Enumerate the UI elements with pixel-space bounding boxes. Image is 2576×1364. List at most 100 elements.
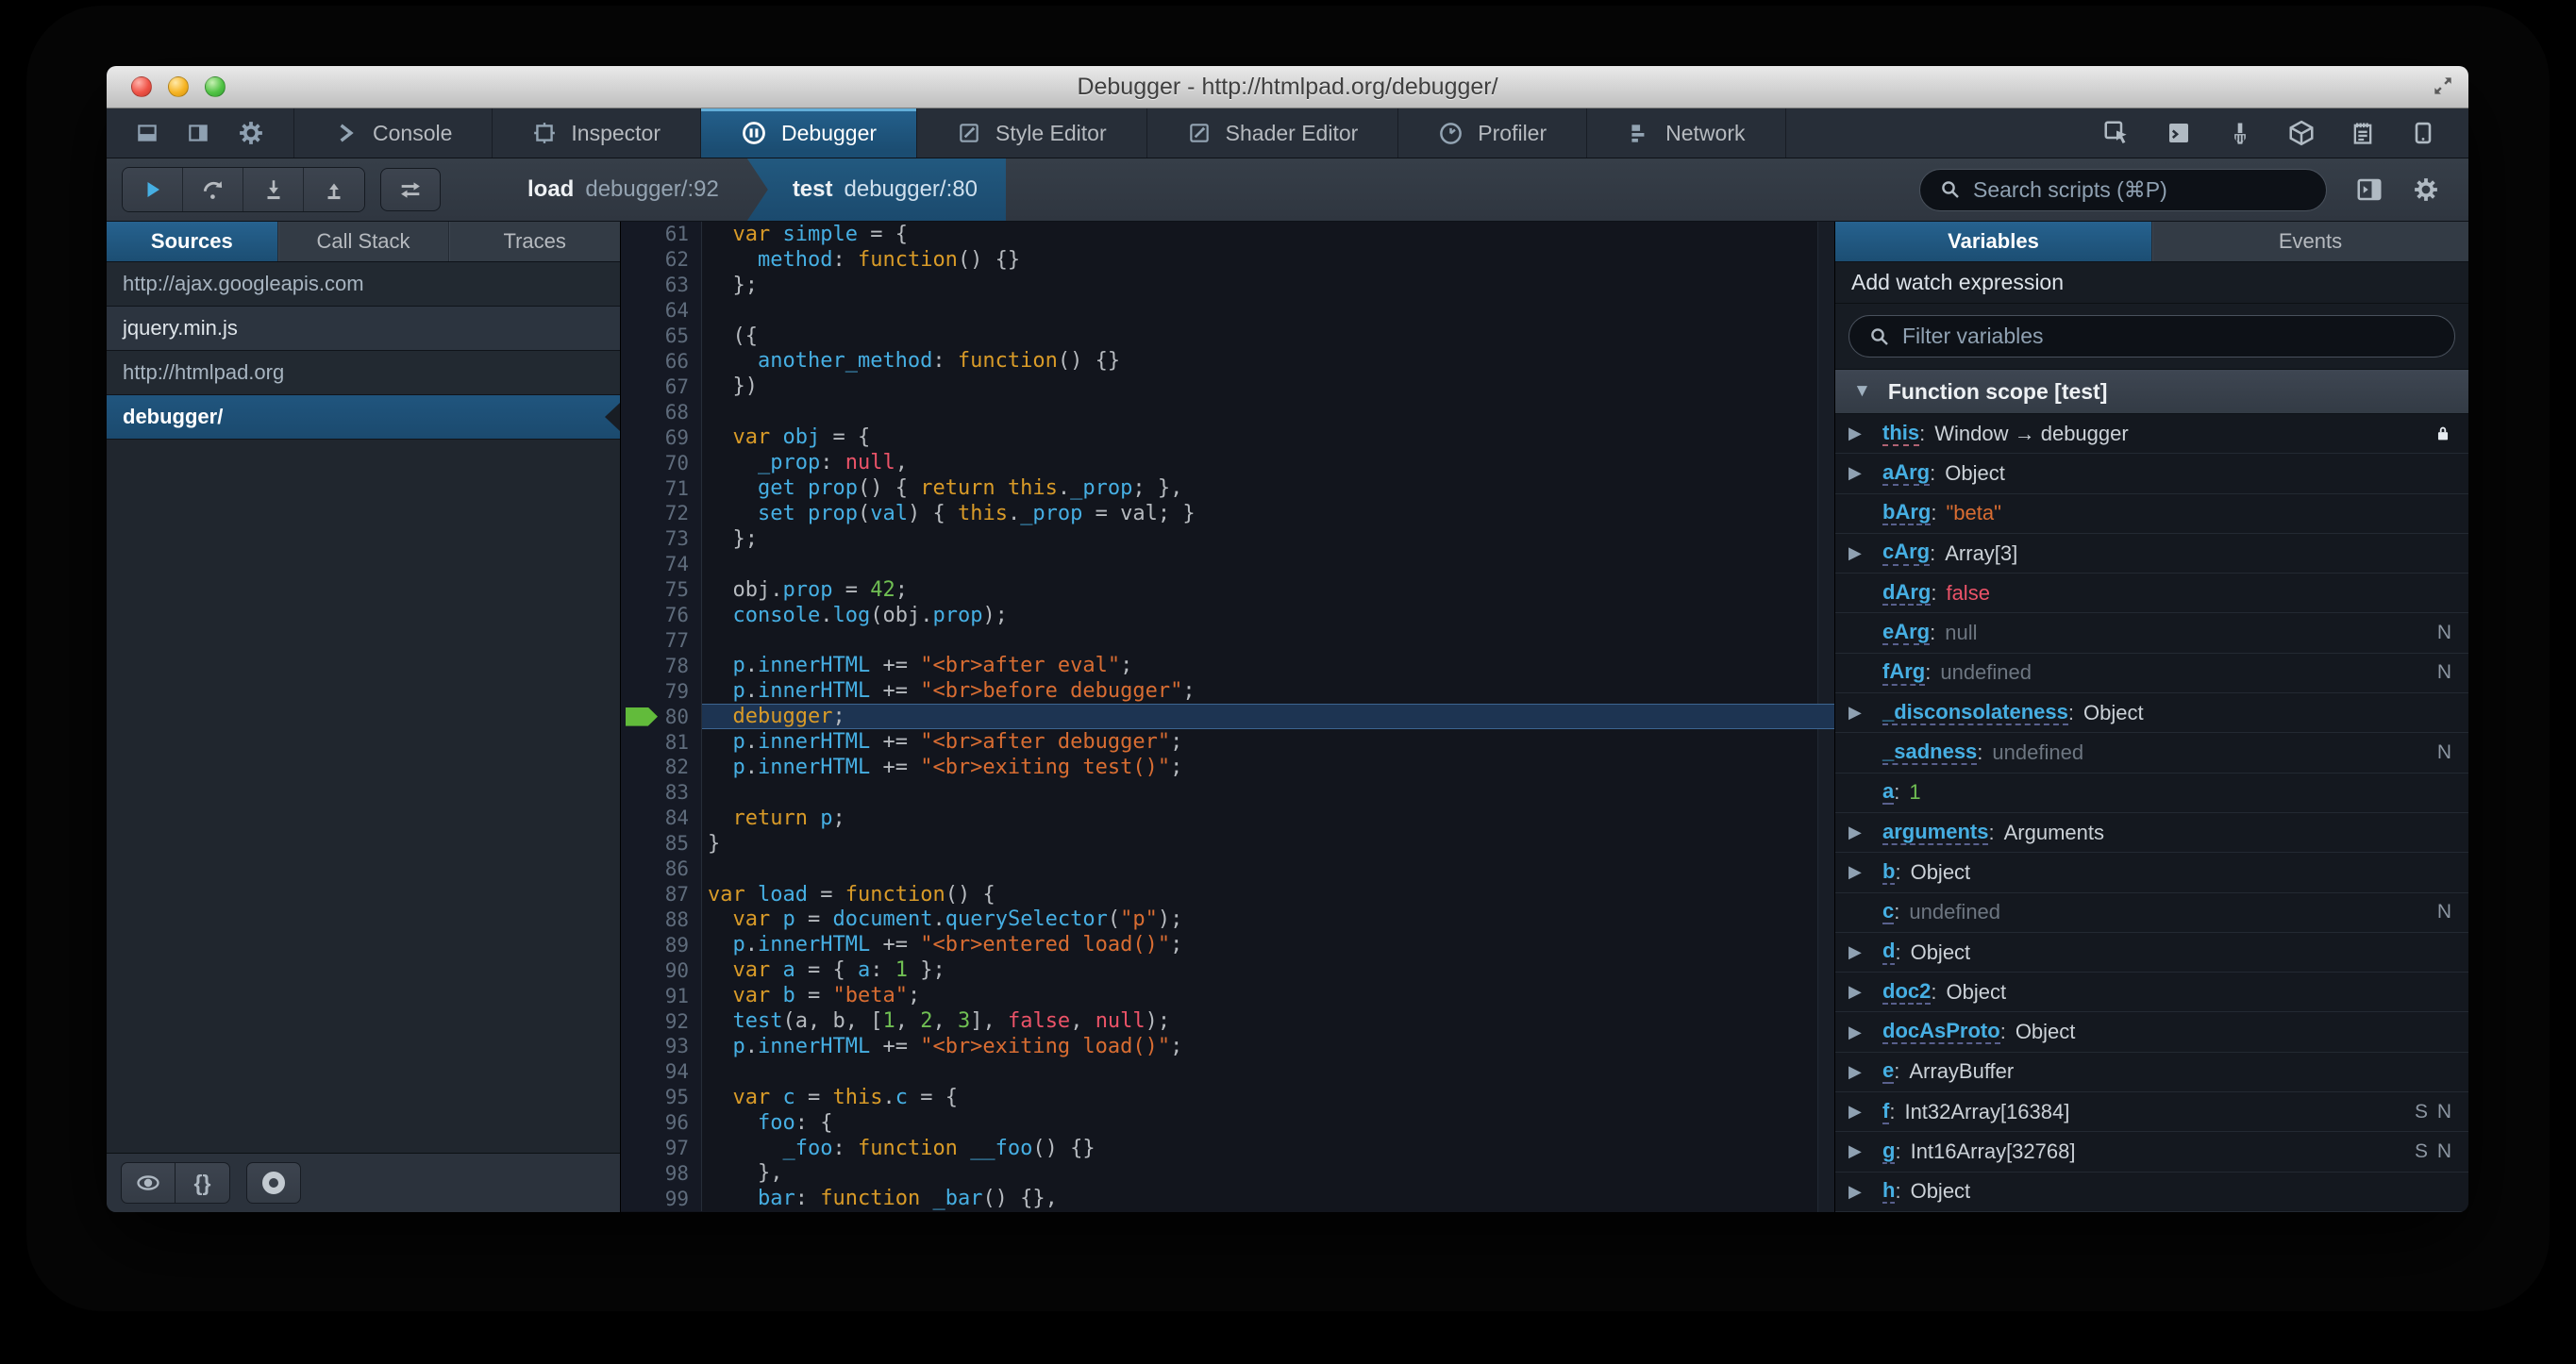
tab-inspector[interactable]: Inspector [493, 108, 701, 158]
dock-side-icon[interactable] [186, 121, 210, 145]
variable-name[interactable]: _disconsolateness [1882, 700, 2068, 725]
code-line-67[interactable]: 67 }) [621, 374, 1834, 400]
line-number[interactable]: 67 [621, 374, 702, 400]
source-item-jquery-min-js[interactable]: jquery.min.js [107, 307, 620, 351]
variable-value[interactable]: undefined [1992, 740, 2083, 765]
line-number[interactable]: 72 [621, 500, 702, 526]
expand-arrow-icon[interactable]: ▶ [1848, 1062, 1882, 1082]
variable-value[interactable]: 1 [1909, 780, 1920, 805]
variable-row-sadness[interactable]: _sadness: undefined N [1835, 733, 2468, 773]
variable-row-h[interactable]: ▶ h: Object [1835, 1173, 2468, 1212]
tilt-3d-icon[interactable] [2287, 119, 2316, 147]
settings-gear-icon[interactable] [237, 119, 265, 147]
zoom-window-button[interactable] [205, 76, 226, 97]
line-number[interactable]: 94 [621, 1058, 702, 1085]
tab-debugger[interactable]: Debugger [701, 108, 918, 158]
code-line-71[interactable]: 71 get prop() { return this. _prop; }, [621, 475, 1834, 501]
tab-call-stack[interactable]: Call Stack [278, 222, 450, 261]
line-number[interactable]: 71 [621, 475, 702, 501]
code-line-79[interactable]: 79 p. innerHTML += "<br>before debugger"; [621, 678, 1834, 705]
variable-name[interactable]: c [1882, 899, 1895, 925]
variable-name[interactable]: this [1882, 421, 1920, 446]
variable-value[interactable]: Object [1911, 860, 1971, 885]
scratchpad-icon[interactable] [2350, 120, 2376, 146]
code-line-69[interactable]: 69 var obj = { [621, 424, 1834, 451]
line-number[interactable]: 96 [621, 1109, 702, 1136]
line-number[interactable]: 76 [621, 602, 702, 628]
code-line-95[interactable]: 95 var c = this. c = { [621, 1084, 1834, 1110]
tab-sources[interactable]: Sources [107, 222, 278, 261]
code-line-81[interactable]: 81 p. innerHTML += "<br>after debugger"; [621, 729, 1834, 756]
code-line-73[interactable]: 73 }; [621, 525, 1834, 552]
variable-name[interactable]: cArg [1882, 541, 1931, 566]
variable-name[interactable]: e [1882, 1059, 1895, 1085]
code-line-77[interactable]: 77 [621, 627, 1834, 654]
source-item-http-htmlpad-org[interactable]: http://htmlpad.org [107, 351, 620, 395]
variable-row-f[interactable]: ▶ f: Int32Array[16384] S N [1835, 1092, 2468, 1133]
variable-value[interactable]: Object [1911, 940, 1971, 965]
code-line-82[interactable]: 82 p. innerHTML += "<br>exiting test()"; [621, 755, 1834, 780]
code-line-98[interactable]: 98 }, [621, 1160, 1834, 1187]
variable-name[interactable]: arguments [1882, 820, 1989, 845]
expand-arrow-icon[interactable]: ▶ [1848, 982, 1882, 1002]
variable-value[interactable]: Object [1945, 461, 2005, 486]
step-in-button[interactable] [243, 168, 304, 211]
expand-arrow-icon[interactable]: ▶ [1848, 1023, 1882, 1042]
code-line-72[interactable]: 72 set prop(val) { this. _prop = val; } [621, 500, 1834, 526]
tab-shader-editor[interactable]: Shader Editor [1147, 108, 1399, 158]
line-number[interactable]: 77 [621, 627, 702, 654]
source-item-http-ajax-googleapis-com[interactable]: http://ajax.googleapis.com [107, 262, 620, 307]
code-line-76[interactable]: 76 console. log (obj. prop); [621, 602, 1834, 628]
variable-name[interactable]: aArg [1882, 460, 1931, 487]
variable-value[interactable]: null [1945, 621, 1977, 645]
code-editor[interactable]: 61 var simple = {62 method: function() {… [621, 222, 1834, 1212]
variable-row-e[interactable]: ▶ e: ArrayBuffer [1835, 1053, 2468, 1093]
line-number[interactable]: 88 [621, 907, 702, 933]
line-number[interactable]: 70 [621, 450, 702, 476]
variable-name[interactable]: d [1882, 940, 1896, 965]
line-number[interactable]: 86 [621, 856, 702, 882]
line-number[interactable]: 92 [621, 1008, 702, 1034]
variable-value[interactable]: Object [1911, 1179, 1971, 1204]
variable-row-a[interactable]: a:1 [1835, 773, 2468, 813]
variable-row-aarg[interactable]: ▶ aArg: Object [1835, 454, 2468, 494]
code-line-62[interactable]: 62 method: function() {} [621, 246, 1834, 273]
variable-value[interactable]: Int16Array[32768] [1911, 1139, 2076, 1164]
variable-value[interactable]: Object [1946, 980, 2006, 1005]
code-line-68[interactable]: 68 [621, 399, 1834, 425]
pretty-print-button[interactable]: {} [176, 1162, 230, 1204]
line-number[interactable]: 87 [621, 881, 702, 907]
variable-name[interactable]: fArg [1882, 660, 1926, 686]
variable-row-this[interactable]: ▶ this: Window → debugger [1835, 414, 2468, 455]
scope-header[interactable]: ▼ Function scope [test] [1835, 370, 2468, 414]
line-number[interactable]: 75 [621, 576, 702, 603]
code-line-92[interactable]: 92 test (a, b, [1, 2, 3], false, null); [621, 1008, 1834, 1034]
variable-row-carg[interactable]: ▶ cArg: Array[3] [1835, 534, 2468, 574]
tab-style-editor[interactable]: Style Editor [917, 108, 1147, 158]
minimize-window-button[interactable] [168, 76, 189, 97]
pick-element-icon[interactable] [2102, 119, 2131, 147]
variable-row-darg[interactable]: dArg: false [1835, 574, 2468, 614]
line-number[interactable]: 82 [621, 755, 702, 780]
line-number[interactable]: 62 [621, 246, 702, 273]
line-number[interactable]: 80 [621, 704, 702, 730]
line-number[interactable]: 69 [621, 424, 702, 451]
code-line-64[interactable]: 64 [621, 297, 1834, 324]
line-number[interactable]: 95 [621, 1084, 702, 1110]
expand-arrow-icon[interactable]: ▶ [1848, 1182, 1882, 1202]
variable-row-farg[interactable]: fArg: undefined N [1835, 654, 2468, 694]
search-scripts-input[interactable] [1973, 176, 2307, 203]
variable-row-arguments[interactable]: ▶ arguments: Arguments [1835, 813, 2468, 854]
blackbox-source-button[interactable] [121, 1162, 176, 1204]
line-number[interactable]: 93 [621, 1034, 702, 1059]
paintbrush-icon[interactable] [2227, 120, 2253, 146]
code-line-90[interactable]: 90 var a = { a: 1 }; [621, 957, 1834, 984]
code-line-78[interactable]: 78 p. innerHTML += "<br>after eval"; [621, 653, 1834, 679]
line-number[interactable]: 64 [621, 297, 702, 324]
expand-arrow-icon[interactable]: ▶ [1848, 1141, 1882, 1161]
variable-value[interactable]: ArrayBuffer [1909, 1059, 2014, 1084]
code-line-75[interactable]: 75 obj. prop = 42; [621, 576, 1834, 603]
line-number[interactable]: 84 [621, 805, 702, 831]
code-line-84[interactable]: 84 return p; [621, 805, 1834, 831]
code-line-85[interactable]: 85} [621, 830, 1834, 857]
